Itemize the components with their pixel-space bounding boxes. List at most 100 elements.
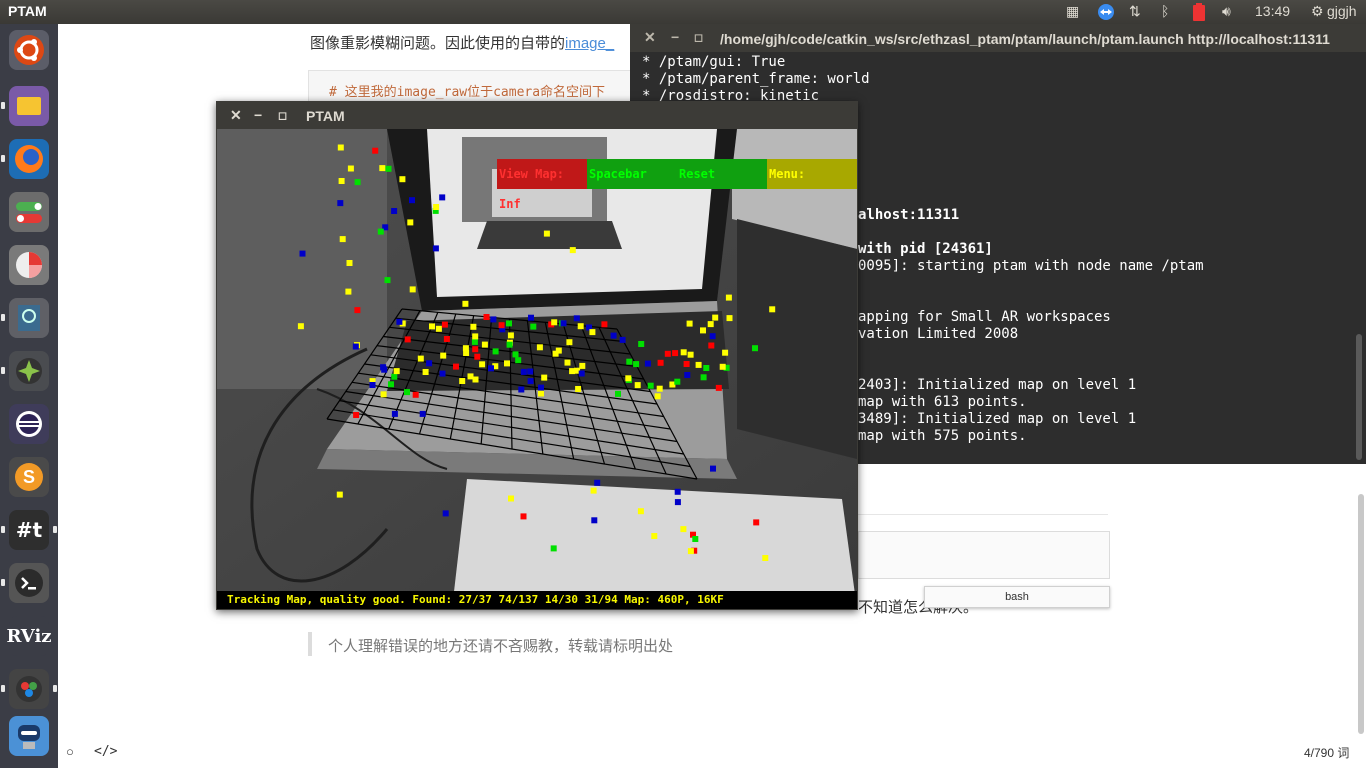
- code-icon[interactable]: </>: [94, 744, 117, 759]
- image-raw-link[interactable]: image_: [565, 35, 614, 52]
- maximize-icon[interactable]: ◻: [278, 109, 287, 122]
- terminal-icon[interactable]: [1, 563, 49, 603]
- feature-point: [297, 323, 304, 330]
- workspace-icon[interactable]: ▦: [1066, 3, 1079, 20]
- feature-point: [590, 487, 597, 494]
- feature-point: [518, 386, 525, 393]
- feature-point: [419, 410, 426, 417]
- network-icon[interactable]: ⇅: [1129, 3, 1141, 20]
- firefox-icon[interactable]: [1, 139, 49, 179]
- launcher: S #t RViz: [0, 24, 58, 768]
- feature-point: [769, 306, 776, 313]
- view-map-button[interactable]: View Map: Inf: [497, 159, 587, 211]
- feature-point: [462, 300, 469, 307]
- feature-point: [472, 346, 479, 353]
- feature-point: [399, 176, 406, 183]
- system-monitor-icon[interactable]: [1, 351, 49, 391]
- feature-point: [512, 351, 519, 358]
- ptam-window[interactable]: ✕ − ◻ PTAM View Map: Inf Spacebar Reset …: [216, 101, 858, 610]
- feature-point: [719, 363, 726, 370]
- minimize-icon[interactable]: −: [671, 29, 679, 45]
- camera-scene: [217, 129, 857, 609]
- feature-point: [299, 250, 306, 257]
- feature-point: [520, 368, 527, 375]
- feature-point: [687, 548, 694, 555]
- feature-point: [656, 385, 663, 392]
- feature-point: [508, 495, 514, 502]
- feature-point: [725, 294, 732, 301]
- files-icon[interactable]: [1, 86, 49, 126]
- gear-icon[interactable]: ⚙: [1311, 3, 1324, 20]
- feature-point: [647, 382, 654, 389]
- terminal-line: 3489]: Initialized map on level 1: [858, 411, 1137, 427]
- feature-point: [472, 333, 479, 340]
- feature-point: [637, 508, 644, 515]
- feature-point: [471, 338, 478, 345]
- feature-point: [453, 363, 459, 370]
- reset-button[interactable]: Reset: [677, 159, 767, 189]
- terminal-scrollbar[interactable]: [1356, 334, 1362, 460]
- feature-point: [435, 325, 442, 332]
- sublime-text-icon[interactable]: S: [9, 457, 49, 497]
- comment-input[interactable]: [858, 531, 1110, 579]
- feature-point: [388, 381, 394, 388]
- feature-point: [488, 365, 494, 372]
- ubuntu-dash-icon[interactable]: [9, 30, 49, 70]
- quote-text: 个人理解错误的地方还请不吝赐教，转载请标明出处: [328, 638, 674, 655]
- hashtag-app-icon[interactable]: #t: [1, 510, 57, 550]
- feature-point: [710, 465, 716, 472]
- screenshot-tool-icon[interactable]: [1, 298, 49, 338]
- feature-point: [625, 375, 632, 382]
- feature-point: [538, 384, 544, 391]
- system-settings-icon[interactable]: [9, 192, 49, 232]
- close-icon[interactable]: ✕: [230, 107, 242, 124]
- feature-point: [674, 499, 681, 506]
- feature-point: [409, 197, 415, 204]
- feature-point: [404, 336, 411, 343]
- feature-point: [432, 245, 439, 252]
- feature-point: [479, 361, 486, 368]
- feature-point: [541, 374, 548, 381]
- robot-app-icon[interactable]: [9, 716, 49, 756]
- user-name[interactable]: gjgjh: [1327, 3, 1357, 19]
- feature-point: [591, 517, 598, 524]
- eclipse-icon[interactable]: [9, 404, 49, 444]
- terminal-line: * /ptam/gui: True: [642, 54, 786, 70]
- feature-point: [615, 390, 621, 397]
- feature-point: [619, 336, 626, 343]
- rviz-icon[interactable]: RViz: [6, 616, 52, 656]
- feature-point: [674, 378, 681, 385]
- feature-point: [441, 321, 448, 328]
- feature-point: [657, 359, 664, 366]
- disk-usage-icon[interactable]: [9, 245, 49, 285]
- battery-icon[interactable]: [1193, 3, 1205, 24]
- circle-icon[interactable]: ○: [66, 744, 74, 759]
- teamviewer-icon[interactable]: [1097, 3, 1115, 24]
- feature-point: [528, 314, 534, 321]
- ros-tool-icon[interactable]: [1, 669, 57, 709]
- spacebar-button[interactable]: Spacebar: [587, 159, 677, 189]
- terminal-line: vation Limited 2008: [858, 326, 1019, 342]
- feature-point: [442, 510, 449, 517]
- bluetooth-icon[interactable]: ᛒ: [1161, 3, 1169, 19]
- top-panel: PTAM ▦ ⇅ ᛒ 🔊︎ 13:49 ⚙ gjgjh: [0, 0, 1366, 24]
- page-scrollbar[interactable]: [1358, 494, 1364, 734]
- feature-point: [674, 488, 681, 495]
- feature-point: [578, 370, 585, 377]
- feature-point: [490, 316, 497, 323]
- maximize-icon[interactable]: ◻: [694, 31, 703, 44]
- feature-point: [506, 320, 512, 327]
- volume-icon[interactable]: 🔊︎: [1222, 3, 1231, 20]
- terminal-line: 2403]: Initialized map on level 1: [858, 377, 1137, 393]
- feature-point: [550, 545, 557, 552]
- feature-point: [439, 194, 446, 201]
- minimize-icon[interactable]: −: [254, 107, 262, 123]
- editor-bottom-bar: ○ </> 4/790 词: [58, 740, 1366, 768]
- menu-button[interactable]: Menu:: [767, 159, 857, 189]
- clock[interactable]: 13:49: [1255, 3, 1290, 19]
- feature-point: [638, 341, 645, 347]
- close-icon[interactable]: ✕: [644, 29, 656, 46]
- feature-point: [680, 526, 687, 533]
- feature-point: [703, 365, 710, 371]
- camera-view[interactable]: View Map: Inf Spacebar Reset Menu: Track…: [217, 129, 857, 609]
